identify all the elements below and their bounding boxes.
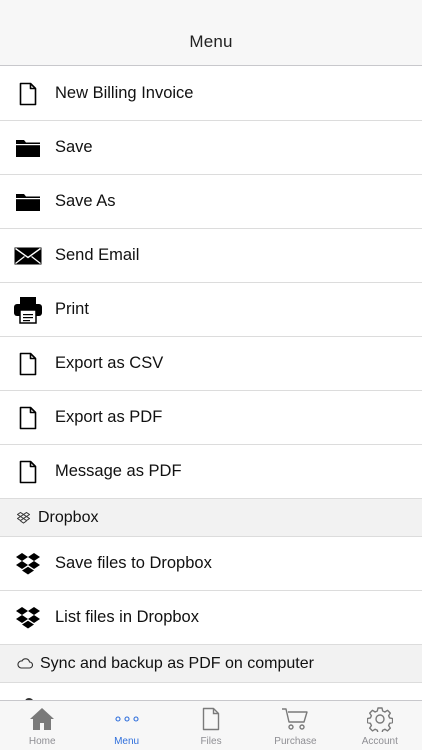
menu-item-new-billing-invoice[interactable]: New Billing Invoice [0, 67, 422, 121]
menu-item-export-csv[interactable]: Export as CSV [0, 337, 422, 391]
document-icon [0, 445, 55, 499]
menu-item-message-pdf[interactable]: Message as PDF [0, 445, 422, 499]
section-header-sync: Sync and backup as PDF on computer [0, 645, 422, 683]
tab-label: Menu [114, 736, 140, 747]
tab-home[interactable]: Home [0, 701, 84, 750]
cart-icon [281, 704, 309, 734]
menu-list: New Billing Invoice Save Save As Send Em… [0, 67, 422, 708]
tab-purchase[interactable]: Purchase [253, 701, 337, 750]
menu-item-save-as[interactable]: Save As [0, 175, 422, 229]
menu-item-list-files-dropbox[interactable]: List files in Dropbox [0, 591, 422, 645]
tab-menu[interactable]: Menu [84, 701, 168, 750]
menu-item-label: Send Email [55, 246, 140, 264]
menu-item-label: Save As [55, 192, 116, 210]
envelope-icon [0, 229, 55, 283]
section-title: Sync and backup as PDF on computer [40, 654, 314, 672]
tab-label: Files [200, 736, 222, 747]
folder-icon [0, 121, 55, 175]
menu-item-label: New Billing Invoice [55, 84, 194, 102]
navigation-bar: Menu [0, 0, 422, 66]
menu-item-label: Export as PDF [55, 408, 163, 426]
section-header-dropbox: Dropbox [0, 499, 422, 537]
dropbox-icon [0, 537, 55, 591]
menu-item-print[interactable]: Print [0, 283, 422, 337]
file-icon [202, 704, 220, 734]
menu-item-export-pdf[interactable]: Export as PDF [0, 391, 422, 445]
menu-item-label: Export as CSV [55, 354, 164, 372]
menu-item-label: List files in Dropbox [55, 608, 199, 626]
menu-item-send-email[interactable]: Send Email [0, 229, 422, 283]
printer-icon [0, 283, 55, 337]
menu-item-save[interactable]: Save [0, 121, 422, 175]
more-dots-icon [115, 704, 139, 734]
section-title: Dropbox [38, 508, 99, 526]
gear-icon [366, 704, 393, 734]
document-icon [0, 391, 55, 445]
tab-files[interactable]: Files [169, 701, 253, 750]
menu-item-save-files-dropbox[interactable]: Save files to Dropbox [0, 537, 422, 591]
tab-label: Purchase [274, 736, 317, 747]
menu-item-label: Save files to Dropbox [55, 554, 212, 572]
page-title: Menu [189, 32, 233, 51]
dropbox-icon [0, 591, 55, 645]
menu-item-label: Save [55, 138, 93, 156]
tab-label: Account [361, 736, 398, 747]
menu-item-label: Print [55, 300, 89, 318]
document-icon [0, 337, 55, 391]
document-icon [0, 67, 55, 121]
folder-icon [0, 175, 55, 229]
tab-label: Home [28, 736, 56, 747]
menu-item-label: Message as PDF [55, 462, 182, 480]
dropbox-icon [0, 511, 38, 524]
cloud-icon [0, 658, 40, 669]
tab-bar: Home Menu Files Purchase Account [0, 700, 422, 750]
home-icon [29, 704, 55, 734]
tab-account[interactable]: Account [338, 701, 422, 750]
